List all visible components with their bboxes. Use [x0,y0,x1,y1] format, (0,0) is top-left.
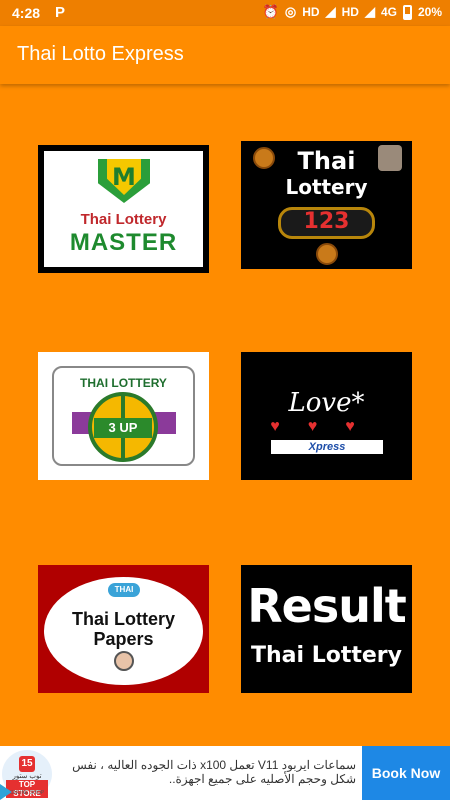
shopping-bag-icon: 15 [19,756,35,772]
signal-icon-2: ◢ [364,4,375,19]
papers-line-1: Thai Lottery [71,609,175,629]
hd-label-2: HD [341,5,359,19]
master-subtitle: Thai Lottery [80,211,167,228]
master-background: M Thai Lottery MASTER [44,151,203,267]
thai-badge: THAI [108,583,140,597]
parking-notification-icon: P [55,4,66,21]
xpress-label: Xpress [271,440,383,454]
lottery123-title-2: Lottery [285,175,368,199]
battery-icon [402,4,412,20]
result-title: Result [247,579,407,633]
master-shield-icon: M [98,159,150,203]
ad-text[interactable]: سماعات ايربود V11 تعمل x100 ذات الجوده ا… [58,758,356,786]
tiger-icon [316,243,338,265]
signal-icon-1: ◢ [325,4,336,19]
alarm-icon: ⏰ [262,4,279,19]
lottery123-title-1: Thai [297,147,356,175]
status-indicators: ⏰ ◎ HD ◢ HD ◢ 4G 20% [263,4,442,20]
tile-love-xpress[interactable]: Love* ♥♥♥ Xpress [241,352,412,480]
logo-arabic-text: توب ستور [12,773,42,780]
papers-line-2: Papers [93,629,154,649]
lottery123-number: 123 [303,209,350,234]
result-subtitle: Thai Lottery [251,643,402,668]
threeup-title: THAI LOTTERY [80,376,167,390]
tile-thai-lottery-master[interactable]: M Thai Lottery MASTER [38,145,209,273]
battery-percent: 20% [417,5,442,19]
hearts-icon: ♥♥♥ [270,418,383,435]
master-logo-letter: M [112,163,136,191]
network-type: 4G [380,5,397,19]
love-title: Love* [288,388,365,418]
hd-label-1: HD [302,5,320,19]
threeup-label: 3 UP [94,418,152,438]
book-now-button[interactable]: Book Now [362,746,450,800]
person-avatar-icon [114,651,134,671]
tile-thai-lottery-papers[interactable]: THAI Thai Lottery Papers [38,565,209,693]
tile-thai-lottery-123[interactable]: Thai Lottery 123 [241,141,412,269]
status-bar: 4:28 P ⏰ ◎ HD ◢ HD ◢ 4G 20% [0,0,450,26]
app-bar: Thai Lotto Express [0,26,450,84]
ad-banner[interactable]: 15 توب ستور TOP STORE ONLINE SHOP سماعات… [0,746,450,800]
hotspot-icon: ◎ [284,4,297,19]
ad-choices-play-icon[interactable] [0,784,12,800]
master-title: MASTER [69,229,178,256]
app-title: Thai Lotto Express [17,43,184,65]
tile-result-thai-lottery[interactable]: Result Thai Lottery [241,565,412,693]
status-time: 4:28 [12,5,41,21]
tile-thai-lottery-3up[interactable]: THAI LOTTERY 3 UP [38,352,209,480]
